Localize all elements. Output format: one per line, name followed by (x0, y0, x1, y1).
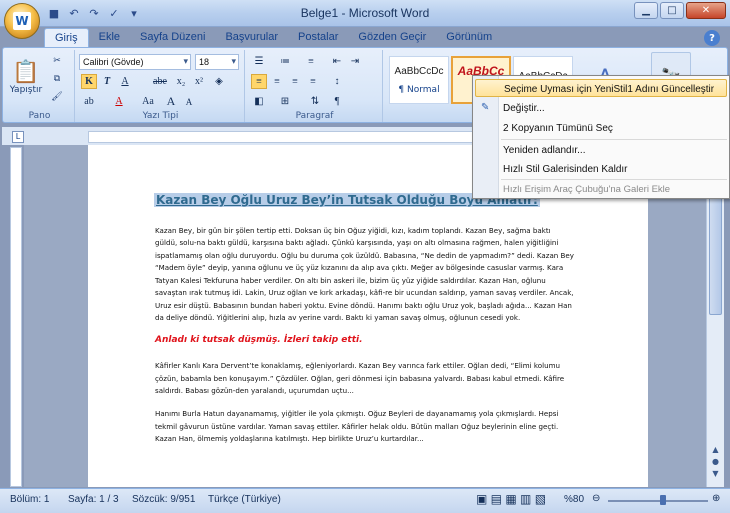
style-context-menu: Seçime Uyması için YeniStil1 Adını Günce… (472, 75, 730, 199)
style-normal[interactable]: AaBbCcDc ¶ Normal (389, 56, 449, 104)
zoom-in-icon[interactable]: ⊕ (712, 493, 720, 504)
align-right-icon[interactable]: ≡ (287, 74, 303, 89)
clipboard-group-label: Pano (28, 111, 51, 121)
document-body[interactable]: Kazan Bey, bir gün bir şölen tertip etti… (155, 225, 575, 457)
clipboard-group: 📋 Yapıştır ✂ ⧉ 🖌 Pano (5, 50, 75, 122)
status-section[interactable]: Bölüm: 1 (10, 494, 49, 505)
superscript-button[interactable]: x² (191, 74, 207, 89)
clear-formatting-icon[interactable]: ◈ (211, 74, 227, 89)
maximize-button[interactable]: □ (660, 2, 684, 19)
paragraph-group: ☰ ≔ ≡ ⇤ ⇥ ≡ ≡ ≡ ≡ ↕ ◧ ⊞ ⇅ ¶ Paragraf (247, 50, 383, 122)
tab-ekle[interactable]: Ekle (89, 28, 130, 48)
menu-item-modify[interactable]: ✎ Değiştir... (475, 99, 727, 117)
show-marks-icon[interactable]: ¶ (329, 94, 345, 109)
paragraph-group-label: Paragraf (295, 111, 334, 121)
tab-gorunum[interactable]: Görünüm (436, 28, 502, 48)
shading-icon[interactable]: ◧ (251, 94, 267, 109)
minimize-button[interactable]: ▁ (634, 2, 658, 19)
bullets-icon[interactable]: ☰ (251, 54, 267, 69)
close-button[interactable]: ✕ (686, 2, 726, 19)
zoom-level[interactable]: %80 (564, 494, 584, 505)
tab-selector-icon[interactable]: L (12, 131, 24, 143)
tab-postalar[interactable]: Postalar (288, 28, 348, 48)
status-page[interactable]: Sayfa: 1 / 3 (68, 494, 119, 505)
menu-item-update-style[interactable]: Seçime Uyması için YeniStil1 Adını Günce… (475, 79, 727, 97)
help-icon[interactable]: ? (704, 30, 720, 46)
menu-item-add-to-qat: Hızlı Erişim Araç Çubuğu'na Galeri Ekle (503, 184, 671, 195)
line-spacing-icon[interactable]: ↕ (329, 74, 345, 89)
menu-item-rename[interactable]: Yeniden adlandır... (475, 141, 727, 159)
shrink-font-button[interactable]: A (181, 94, 197, 109)
status-word-count[interactable]: Sözcük: 9/951 (132, 494, 195, 505)
view-buttons-icon[interactable]: ▣ ▤ ▦ ▥ ▧ (476, 492, 546, 506)
sort-icon[interactable]: ⇅ (307, 94, 323, 109)
title-bar: ■ ↶ ↷ ✓ ▾ Belge1 - Microsoft Word ▁ □ ✕ (0, 0, 730, 27)
font-name-dropdown[interactable]: Calibri (Gövde) (79, 54, 191, 70)
paragraph-1[interactable]: Kazan Bey, bir gün bir şölen tertip etti… (155, 225, 575, 325)
align-left-icon[interactable]: ≡ (251, 74, 267, 89)
ribbon-tabs: Giriş Ekle Sayfa Düzeni Başvurular Posta… (44, 28, 502, 48)
window-title: Belge1 - Microsoft Word (300, 6, 430, 20)
modify-icon: ✎ (481, 102, 490, 113)
multilevel-list-icon[interactable]: ≡ (303, 54, 319, 69)
paste-button[interactable]: 📋 Yapıştır (10, 52, 42, 102)
tab-giris[interactable]: Giriş (44, 28, 89, 48)
status-bar: Bölüm: 1 Sayfa: 1 / 3 Sözcük: 9/951 Türk… (0, 488, 730, 513)
red-styled-line[interactable]: Anladı ki tutsak düşmüş. İzleri takip et… (155, 334, 575, 346)
font-size-dropdown[interactable]: 18 (195, 54, 239, 70)
status-language[interactable]: Türkçe (Türkiye) (208, 494, 281, 505)
subscript-button[interactable]: x₂ (173, 74, 189, 89)
font-color-icon[interactable]: A (111, 94, 127, 109)
vertical-ruler[interactable] (10, 147, 22, 487)
clipboard-icon: 📋 (12, 59, 40, 85)
menu-item-remove-from-gallery[interactable]: Hızlı Stil Galerisinden Kaldır (475, 160, 727, 178)
tab-basvurular[interactable]: Başvurular (215, 28, 288, 48)
decrease-indent-icon[interactable]: ⇤ (329, 54, 345, 69)
strikethrough-button[interactable]: abe (149, 74, 171, 89)
format-painter-icon[interactable]: 🖌 (49, 90, 65, 104)
underline-button[interactable]: A (117, 74, 133, 89)
cut-icon[interactable]: ✂ (49, 54, 65, 68)
borders-icon[interactable]: ⊞ (277, 94, 293, 109)
paragraph-2[interactable]: Kâfirler Kanlı Kara Dervent’te konaklamı… (155, 360, 575, 397)
font-group: Calibri (Gövde) 18 K T A abe x₂ x² ◈ ab … (77, 50, 245, 122)
change-case-button[interactable]: Aa (137, 94, 159, 109)
office-logo-icon: W (13, 12, 31, 30)
tab-sayfa-duzeni[interactable]: Sayfa Düzeni (130, 28, 215, 48)
align-center-icon[interactable]: ≡ (269, 74, 285, 89)
increase-indent-icon[interactable]: ⇥ (347, 54, 363, 69)
numbering-icon[interactable]: ≔ (277, 54, 293, 69)
office-button[interactable]: W (4, 3, 40, 39)
justify-icon[interactable]: ≡ (305, 74, 321, 89)
menu-item-select-all[interactable]: 2 Kopyanın Tümünü Seç (475, 119, 727, 137)
next-page-icon[interactable]: ▼ (709, 469, 722, 483)
zoom-slider[interactable] (608, 500, 708, 502)
italic-button[interactable]: T (99, 74, 115, 89)
menu-separator (501, 139, 727, 140)
text-highlight-icon[interactable]: ab (81, 94, 97, 109)
font-group-label: Yazı Tipi (142, 111, 179, 121)
copy-icon[interactable]: ⧉ (49, 72, 65, 86)
tab-gozden-gecir[interactable]: Gözden Geçir (348, 28, 436, 48)
bold-button[interactable]: K (81, 74, 97, 89)
grow-font-button[interactable]: A (163, 94, 179, 109)
zoom-out-icon[interactable]: ⊖ (592, 493, 600, 504)
paragraph-3[interactable]: Hanımı Burla Hatun dayanamamış, yiğitler… (155, 408, 575, 445)
style-preview: AaBbCcDc (394, 65, 444, 77)
style-name: ¶ Normal (398, 84, 440, 95)
zoom-slider-thumb[interactable] (660, 495, 666, 505)
